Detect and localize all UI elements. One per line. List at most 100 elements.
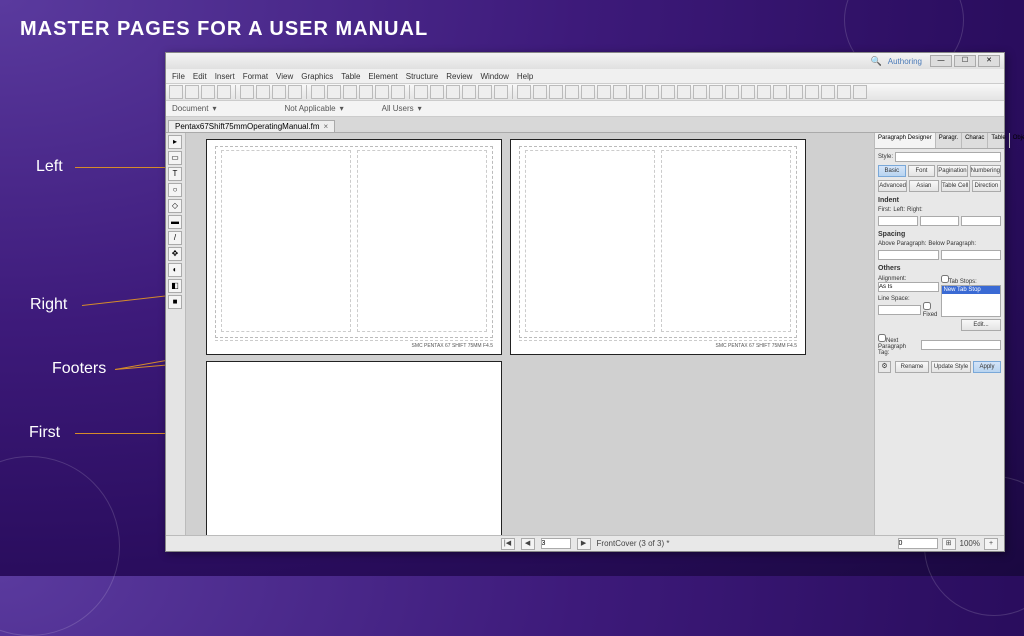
toolbar-button[interactable]: [837, 85, 851, 99]
first-indent-input[interactable]: [878, 216, 918, 226]
toolbar-button[interactable]: [805, 85, 819, 99]
toolbar-button[interactable]: [391, 85, 405, 99]
search-icon[interactable]: 🔍: [871, 56, 882, 67]
toolbar-button[interactable]: [645, 85, 659, 99]
toolbar-button[interactable]: [327, 85, 341, 99]
toolbar-button[interactable]: [853, 85, 867, 99]
menu-window[interactable]: Window: [480, 72, 508, 81]
panel-tab-paragraph[interactable]: Paragraph Designer: [875, 133, 936, 148]
menu-help[interactable]: Help: [517, 72, 533, 81]
zoom-fit-button[interactable]: ⊞: [942, 538, 956, 550]
minimize-button[interactable]: —: [930, 55, 952, 67]
subtab-tablecell[interactable]: Table Cell: [941, 180, 970, 192]
toolbar-button[interactable]: [517, 85, 531, 99]
master-page-left[interactable]: SMC PENTAX 67 SHIFT 75MM F4.5: [206, 139, 502, 355]
fill-tool[interactable]: ◧: [168, 279, 182, 293]
toolbar-button[interactable]: [757, 85, 771, 99]
toolbar-button[interactable]: [185, 85, 199, 99]
toolbar-button[interactable]: [414, 85, 428, 99]
toolbar-button[interactable]: [629, 85, 643, 99]
menu-graphics[interactable]: Graphics: [301, 72, 333, 81]
toolbar-button[interactable]: [494, 85, 508, 99]
menu-structure[interactable]: Structure: [406, 72, 438, 81]
document-canvas[interactable]: SMC PENTAX 67 SHIFT 75MM F4.5 SMC PENTAX…: [186, 133, 874, 535]
page-number-input[interactable]: [541, 538, 571, 549]
toolbar-button[interactable]: [288, 85, 302, 99]
apply-button[interactable]: Apply: [973, 361, 1001, 373]
toolbar-button[interactable]: [272, 85, 286, 99]
left-indent-input[interactable]: [920, 216, 960, 226]
toolbar-button[interactable]: [478, 85, 492, 99]
right-indent-input[interactable]: [961, 216, 1001, 226]
maximize-button[interactable]: ☐: [954, 55, 976, 67]
panel-tab[interactable]: Charac: [962, 133, 988, 148]
toolbar-button[interactable]: [217, 85, 231, 99]
toolbar-button[interactable]: [725, 85, 739, 99]
move-tool[interactable]: ✥: [168, 247, 182, 261]
next-para-input[interactable]: [921, 340, 1001, 350]
linespace-input[interactable]: [878, 305, 921, 315]
master-page-first[interactable]: [206, 361, 502, 535]
nav-first-button[interactable]: |◀: [501, 538, 515, 550]
edit-button[interactable]: Edit...: [961, 319, 1001, 331]
toolbar-button[interactable]: [343, 85, 357, 99]
close-icon[interactable]: ×: [324, 122, 329, 131]
style-dropdown[interactable]: [895, 152, 1001, 162]
color-tool[interactable]: ◐: [168, 263, 182, 277]
close-button[interactable]: ✕: [978, 55, 1000, 67]
menu-format[interactable]: Format: [243, 72, 268, 81]
menu-table[interactable]: Table: [341, 72, 360, 81]
subtab-asian[interactable]: Asian: [909, 180, 938, 192]
toolbar-button[interactable]: [430, 85, 444, 99]
toolbar-button[interactable]: [613, 85, 627, 99]
rename-button[interactable]: Rename: [895, 361, 929, 373]
nav-prev-button[interactable]: ◀: [521, 538, 535, 550]
menu-review[interactable]: Review: [446, 72, 472, 81]
authoring-label[interactable]: Authoring: [888, 57, 922, 66]
next-para-checkbox[interactable]: [878, 334, 886, 342]
toolbar-button[interactable]: [256, 85, 270, 99]
toolbar-button[interactable]: [581, 85, 595, 99]
panel-tab[interactable]: Paragr.: [936, 133, 962, 148]
text-tool[interactable]: T: [168, 167, 182, 181]
toolbar-button[interactable]: [565, 85, 579, 99]
subtab-pagination[interactable]: Pagination: [937, 165, 967, 177]
gear-icon[interactable]: ⚙: [878, 361, 891, 373]
fixed-checkbox[interactable]: [923, 302, 931, 310]
tabstops-checkbox[interactable]: [941, 275, 949, 283]
toolbar-button[interactable]: [693, 85, 707, 99]
toolbar-button[interactable]: [549, 85, 563, 99]
toolbar-button[interactable]: [375, 85, 389, 99]
subtab-numbering[interactable]: Numbering: [970, 165, 1001, 177]
poly-tool[interactable]: ◇: [168, 199, 182, 213]
menu-view[interactable]: View: [276, 72, 293, 81]
below-input[interactable]: [941, 250, 1002, 260]
master-page-right[interactable]: SMC PENTAX 67 SHIFT 75MM F4.5: [510, 139, 806, 355]
users-dropdown[interactable]: All Users: [382, 104, 414, 113]
toolbar-button[interactable]: [201, 85, 215, 99]
toolbar-button[interactable]: [677, 85, 691, 99]
menu-insert[interactable]: Insert: [215, 72, 235, 81]
above-input[interactable]: [878, 250, 939, 260]
subtab-direction[interactable]: Direction: [972, 180, 1001, 192]
subtab-advanced[interactable]: Advanced: [878, 180, 907, 192]
document-tab[interactable]: Pentax67Shift75mmOperatingManual.fm ×: [168, 120, 335, 132]
subtab-basic[interactable]: Basic: [878, 165, 906, 177]
toolbar-button[interactable]: [359, 85, 373, 99]
menu-element[interactable]: Element: [368, 72, 397, 81]
tabstops-list[interactable]: New Tab Stop: [941, 285, 1002, 317]
select-tool[interactable]: ▸: [168, 135, 182, 149]
freeline-tool[interactable]: /: [168, 231, 182, 245]
menu-file[interactable]: File: [172, 72, 185, 81]
subtab-font[interactable]: Font: [908, 165, 936, 177]
panel-tab[interactable]: Table: [988, 133, 1009, 148]
circle-tool[interactable]: ○: [168, 183, 182, 197]
document-dropdown[interactable]: Document: [172, 104, 208, 113]
toolbar-button[interactable]: [597, 85, 611, 99]
toolbar-button[interactable]: [821, 85, 835, 99]
nav-next-button[interactable]: ▶: [577, 538, 591, 550]
toolbar-button[interactable]: [240, 85, 254, 99]
toolbar-button[interactable]: [741, 85, 755, 99]
line-tool[interactable]: ▬: [168, 215, 182, 229]
toolbar-button[interactable]: [533, 85, 547, 99]
